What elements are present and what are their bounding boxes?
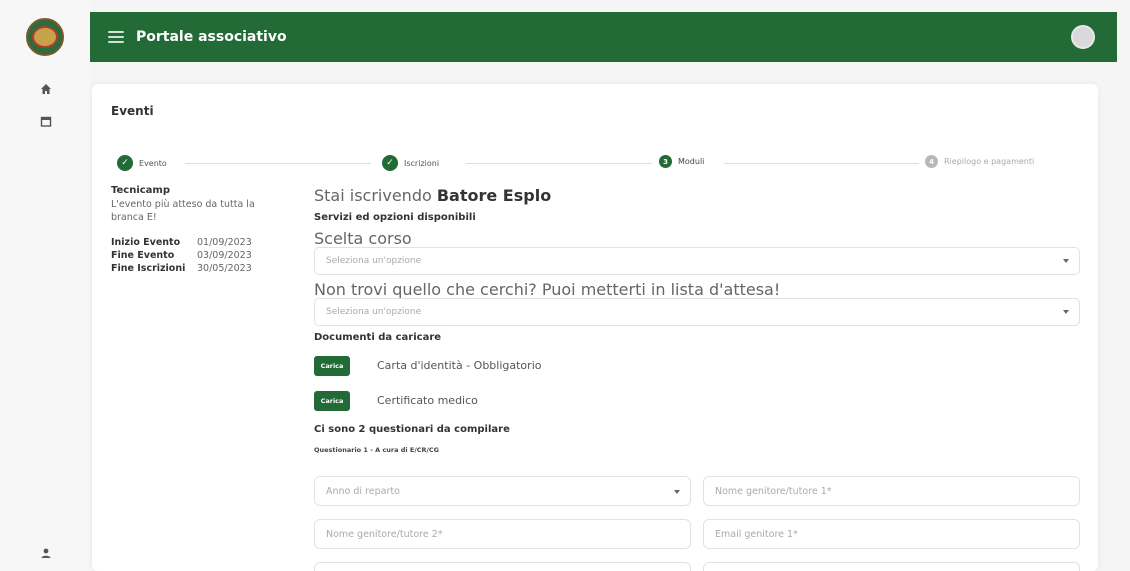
- logo-emblem: [32, 26, 58, 48]
- event-description: L'evento più atteso da tutta la branca E…: [111, 199, 255, 223]
- avatar[interactable]: [1071, 25, 1095, 49]
- stepper-connector: [466, 163, 652, 164]
- calendar-icon[interactable]: [38, 115, 54, 131]
- date-value: 30/05/2023: [197, 263, 252, 274]
- step-label: Moduli: [678, 157, 705, 166]
- app-title: Portale associativo: [136, 29, 287, 45]
- course-select[interactable]: Seleziona un'opzione: [314, 247, 1080, 275]
- event-name: Tecnicamp: [111, 185, 171, 196]
- stepper-connector: [724, 163, 919, 164]
- date-label: Fine Evento: [111, 250, 175, 261]
- check-icon: ✓: [382, 155, 398, 171]
- date-row: Fine Evento 03/09/2023: [111, 249, 281, 262]
- page-title: Eventi: [111, 104, 154, 118]
- step-evento[interactable]: ✓ Evento: [117, 155, 167, 171]
- chevron-down-icon: [674, 490, 680, 494]
- form-field-partial[interactable]: [314, 562, 691, 571]
- email-genitore-1-placeholder: Email genitore 1*: [715, 528, 798, 540]
- subscribing-name: Batore Esplo: [436, 186, 552, 205]
- questionnaires-title: Ci sono 2 questionari da compilare: [314, 424, 510, 435]
- date-value: 03/09/2023: [197, 250, 252, 261]
- waitlist-select[interactable]: Seleziona un'opzione: [314, 298, 1080, 326]
- event-info: Tecnicamp L'evento più atteso da tutta l…: [111, 184, 281, 275]
- date-label: Inizio Evento: [111, 237, 181, 248]
- date-row: Inizio Evento 01/09/2023: [111, 236, 281, 249]
- date-value: 01/09/2023: [197, 237, 252, 248]
- document-label: Certificato medico: [377, 394, 478, 407]
- top-app-bar: Portale associativo: [90, 12, 1117, 62]
- step-label: Iscrizioni: [404, 158, 440, 168]
- subscribing-line: Stai iscrivendo Batore Esplo: [314, 186, 551, 205]
- documents-title: Documenti da caricare: [314, 332, 442, 343]
- step-label: Evento: [139, 158, 167, 168]
- check-icon: ✓: [117, 155, 133, 171]
- association-logo[interactable]: [26, 18, 64, 56]
- step-label: Riepilogo e pagamenti: [944, 157, 1035, 166]
- step-moduli[interactable]: 3 Moduli: [659, 155, 704, 168]
- questionnaire-title: Questionario 1 - A cura di E/CR/CG: [314, 446, 439, 454]
- hamburger-menu-icon[interactable]: [108, 31, 124, 43]
- chevron-down-icon: [1063, 310, 1069, 314]
- step-iscrizioni[interactable]: ✓ Iscrizioni: [382, 155, 439, 171]
- side-rail: [0, 0, 90, 571]
- nome-genitore-2-input[interactable]: Nome genitore/tutore 2*: [314, 519, 691, 549]
- step-number: 4: [925, 155, 938, 168]
- date-row: Fine Iscrizioni 30/05/2023: [111, 262, 281, 275]
- waitlist-placeholder: Seleziona un'opzione: [326, 307, 422, 317]
- upload-id-button[interactable]: Carica: [314, 356, 350, 376]
- calendar-icon-svg: [40, 116, 52, 127]
- form-field-partial[interactable]: [703, 562, 1080, 571]
- event-dates: Inizio Evento 01/09/2023 Fine Evento 03/…: [111, 236, 281, 275]
- anno-reparto-select[interactable]: Anno di reparto: [314, 476, 691, 506]
- stepper-connector: [185, 163, 371, 164]
- nome-genitore-1-input[interactable]: Nome genitore/tutore 1*: [703, 476, 1080, 506]
- waitlist-label: Non trovi quello che cerchi? Puoi metter…: [314, 280, 781, 299]
- anno-reparto-placeholder: Anno di reparto: [326, 485, 400, 497]
- email-genitore-1-input[interactable]: Email genitore 1*: [703, 519, 1080, 549]
- subscribing-prefix: Stai iscrivendo: [314, 186, 432, 205]
- user-icon[interactable]: [38, 547, 54, 563]
- document-label: Carta d'identità - Obbligatorio: [377, 359, 542, 372]
- step-riepilogo[interactable]: 4 Riepilogo e pagamenti: [925, 155, 1034, 168]
- course-placeholder: Seleziona un'opzione: [326, 256, 422, 266]
- course-label: Scelta corso: [314, 229, 412, 248]
- home-icon-svg: [41, 84, 51, 94]
- chevron-down-icon: [1063, 259, 1069, 263]
- events-card: Eventi ✓ Evento ✓ Iscrizioni 3 Moduli 4 …: [92, 84, 1098, 571]
- home-icon[interactable]: [38, 83, 54, 99]
- services-title: Servizi ed opzioni disponibili: [314, 212, 476, 223]
- upload-medical-button[interactable]: Carica: [314, 391, 350, 411]
- nome-genitore-2-placeholder: Nome genitore/tutore 2*: [326, 528, 443, 540]
- step-number: 3: [659, 155, 672, 168]
- date-label: Fine Iscrizioni: [111, 263, 186, 274]
- nome-genitore-1-placeholder: Nome genitore/tutore 1*: [715, 485, 832, 497]
- user-icon-svg: [41, 548, 51, 558]
